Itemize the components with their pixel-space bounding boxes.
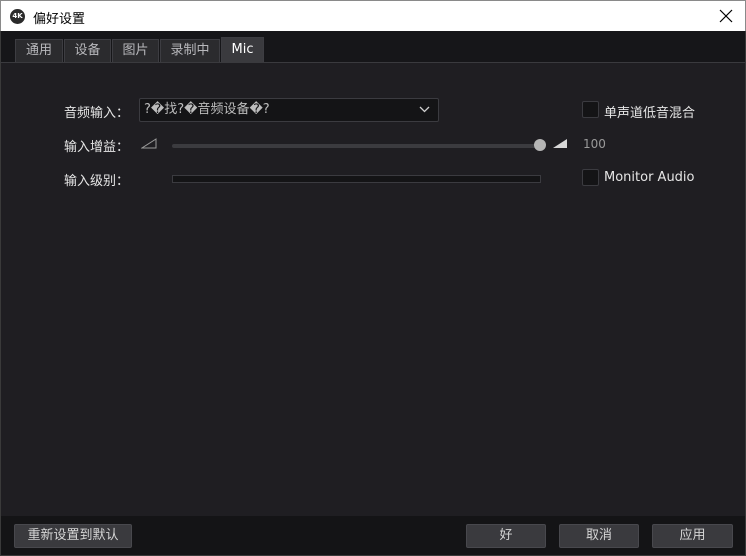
title-bar: 4K 偏好设置	[0, 0, 746, 31]
chevron-down-icon	[419, 106, 430, 113]
ok-button[interactable]: 好	[466, 524, 546, 548]
audio-input-label: 音频输入：	[64, 106, 130, 121]
input-level-label: 输入级别：	[64, 174, 130, 189]
mono-mix-label: 单声道低音混合	[604, 106, 696, 121]
input-gain-label: 输入增益：	[64, 140, 130, 155]
tab-recording[interactable]: 录制中	[160, 39, 220, 63]
tab-images[interactable]: 图片	[112, 39, 159, 63]
monitor-audio-label: Monitor Audio	[604, 170, 695, 185]
reset-defaults-button[interactable]: 重新设置到默认	[14, 524, 132, 548]
volume-low-icon	[141, 138, 157, 149]
window-title: 偏好设置	[33, 12, 86, 27]
tab-general[interactable]: 通用	[15, 39, 63, 63]
input-gain-slider-track[interactable]	[172, 144, 540, 148]
cancel-button[interactable]: 取消	[559, 524, 639, 548]
tab-devices[interactable]: 设备	[64, 39, 111, 63]
input-gain-value: 100	[583, 137, 606, 151]
mono-mix-checkbox[interactable]	[582, 101, 599, 118]
apply-button[interactable]: 应用	[652, 524, 733, 548]
monitor-audio-checkbox[interactable]	[582, 169, 599, 186]
mic-settings-panel	[0, 63, 746, 516]
audio-input-select[interactable]: ?�找?�音频设备�?	[139, 98, 439, 122]
volume-high-icon	[553, 139, 567, 148]
input-level-meter	[172, 175, 541, 183]
footer-bar: 重新设置到默认 好 取消 应用	[0, 516, 746, 556]
input-gain-slider-handle[interactable]	[534, 139, 546, 151]
app-logo-icon: 4K	[10, 9, 25, 24]
close-icon	[719, 9, 733, 23]
close-button[interactable]	[713, 4, 739, 28]
tab-bar: 通用 设备 图片 录制中 Mic	[0, 31, 746, 63]
audio-input-value: ?�找?�音频设备�?	[144, 102, 270, 117]
tab-mic[interactable]: Mic	[221, 37, 264, 63]
